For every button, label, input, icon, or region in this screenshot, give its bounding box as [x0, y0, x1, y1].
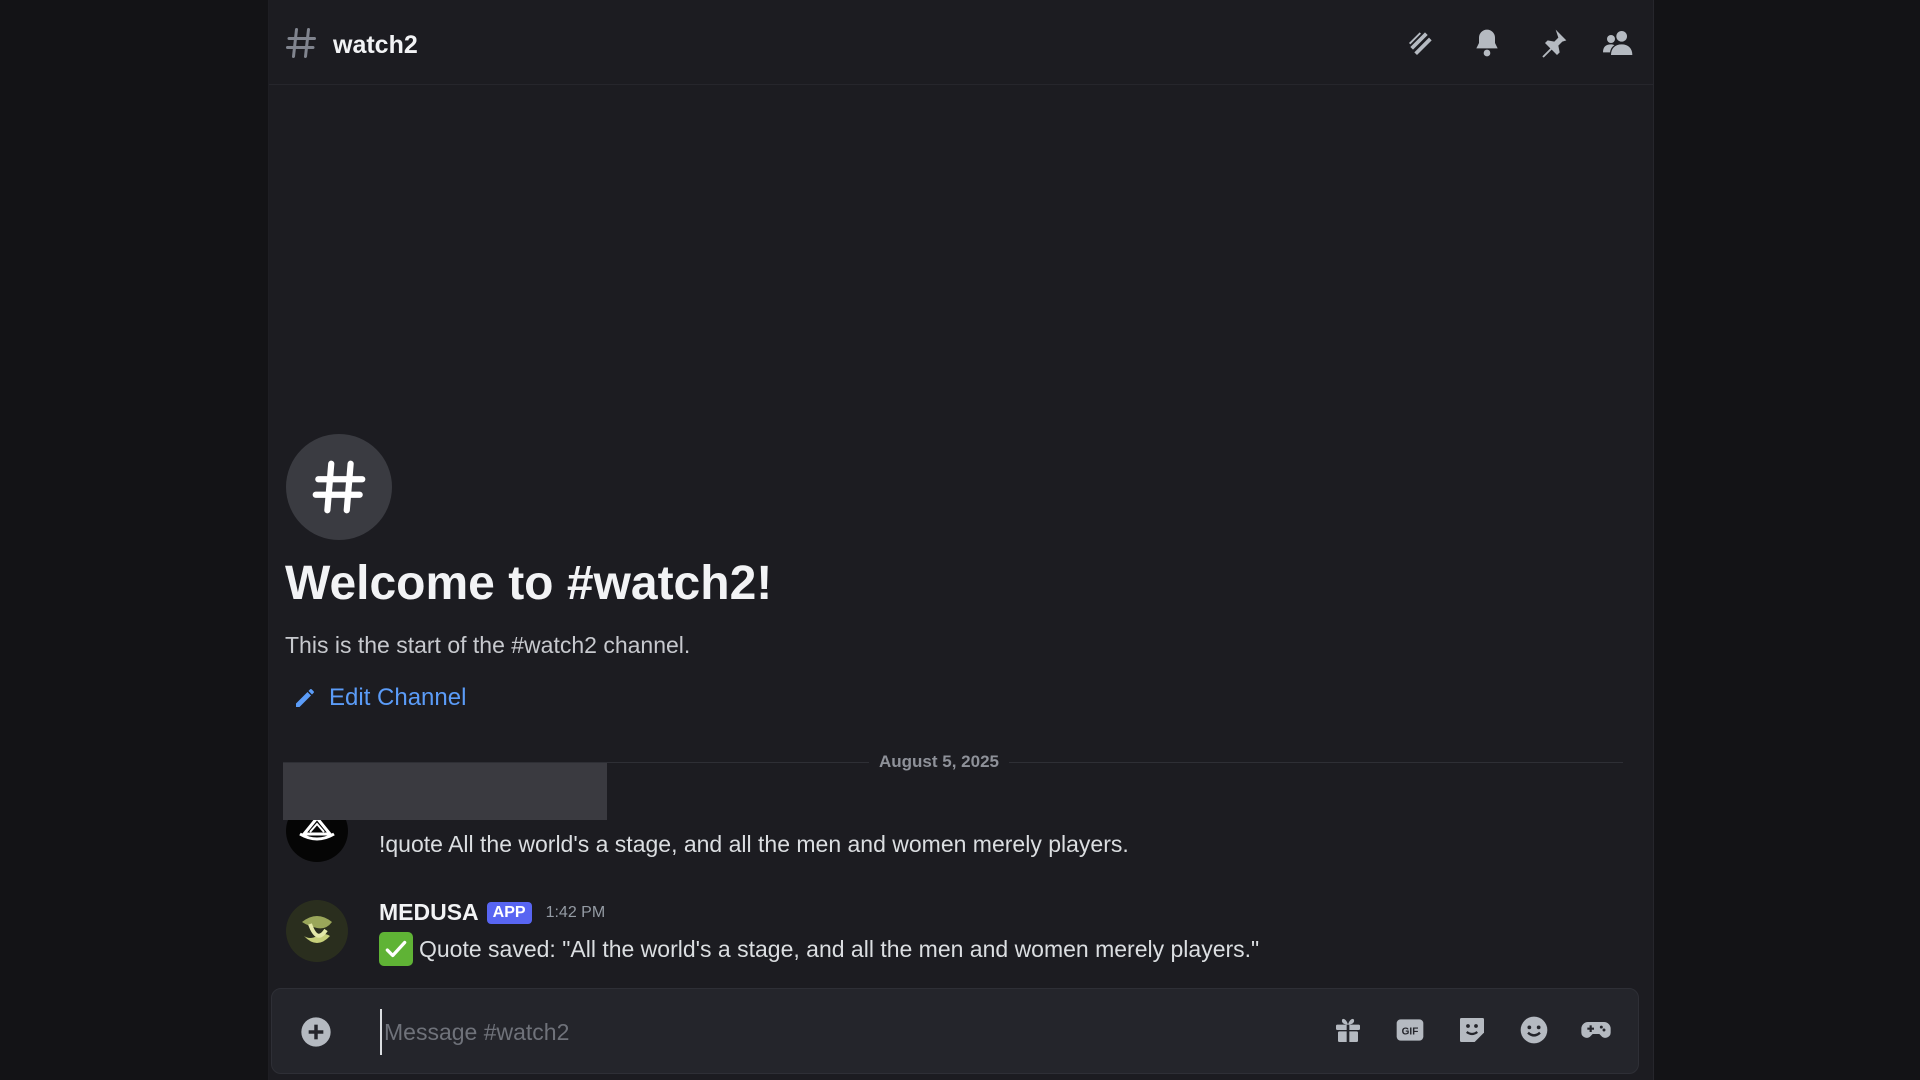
edit-channel-link[interactable]: Edit Channel: [293, 684, 466, 712]
threads-icon[interactable]: [1405, 27, 1437, 59]
gift-icon[interactable]: [1332, 1013, 1364, 1047]
svg-text:GIF: GIF: [1402, 1027, 1419, 1038]
pin-icon[interactable]: [1537, 27, 1569, 59]
channel-panel: watch2 Welcome to #watch2! This is the s…: [268, 0, 1654, 1080]
redacted-overlay: [283, 763, 607, 820]
bot-message: Quote saved: "All the world's a stage, a…: [379, 932, 1259, 966]
apps-icon[interactable]: [1580, 1013, 1612, 1047]
gif-icon[interactable]: GIF: [1394, 1013, 1426, 1047]
bell-icon[interactable]: [1471, 27, 1503, 59]
medusa-avatar-image: [286, 900, 348, 962]
composer-toolbar: GIF: [1332, 1013, 1612, 1047]
channel-title: watch2: [333, 31, 418, 59]
message-header: MEDUSA APP 1:42 PM: [379, 899, 605, 926]
add-attachment-icon[interactable]: [300, 1016, 332, 1048]
app-window: watch2 Welcome to #watch2! This is the s…: [0, 0, 1920, 1080]
pencil-icon: [296, 689, 314, 707]
members-icon[interactable]: [1603, 27, 1635, 59]
channel-hash-icon: [283, 25, 319, 61]
welcome-title: Welcome to #watch2!: [285, 557, 773, 610]
message-timestamp: 1:42 PM: [545, 903, 606, 921]
channel-hash-avatar: [286, 434, 392, 540]
edit-channel-label: Edit Channel: [329, 684, 467, 711]
message-composer: GIF: [271, 988, 1639, 1074]
header-toolbar: [1405, 27, 1635, 59]
app-badge: APP: [486, 901, 532, 924]
bot-avatar[interactable]: [286, 900, 348, 962]
channel-header: watch2: [269, 5, 1653, 85]
welcome-subtitle: This is the start of the #watch2 channel…: [285, 632, 691, 658]
date-divider-label: August 5, 2025: [869, 752, 1009, 772]
author-name[interactable]: MEDUSA: [379, 899, 479, 926]
check-mark-icon: [379, 932, 413, 966]
message-input[interactable]: [380, 1009, 1220, 1055]
emoji-icon[interactable]: [1518, 1013, 1550, 1047]
message-text: Quote saved: "All the world's a stage, a…: [419, 935, 1260, 962]
sticker-icon[interactable]: [1456, 1013, 1488, 1047]
hash-icon: [312, 460, 366, 514]
message-text: !quote All the world's a stage, and all …: [379, 831, 1129, 857]
